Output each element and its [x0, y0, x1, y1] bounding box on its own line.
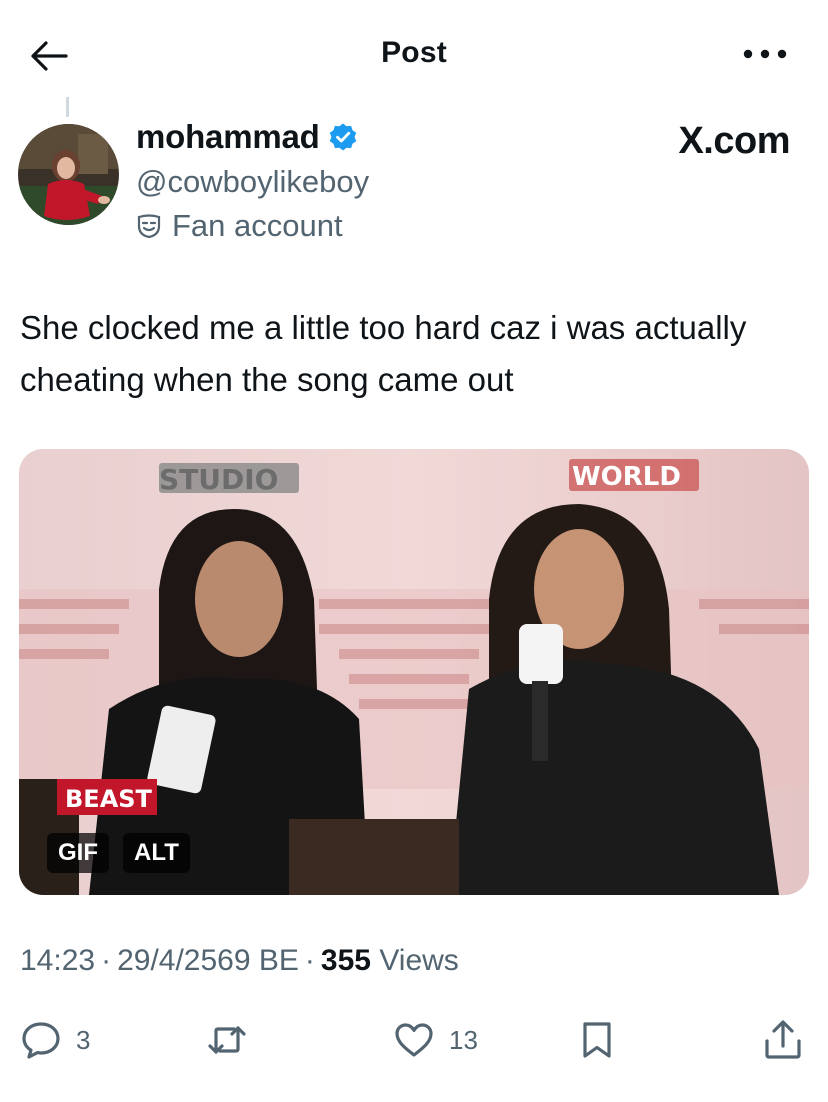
- reply-icon: [22, 1022, 60, 1059]
- overlay-world-text: WORLD: [572, 462, 681, 492]
- reply-button[interactable]: 3: [20, 1010, 90, 1070]
- gif-badge: GIF: [47, 833, 109, 873]
- overlay-studio-text: STUDIO: [159, 463, 278, 496]
- account-label-text: Fan account: [172, 208, 343, 243]
- repost-icon: [208, 1026, 246, 1054]
- like-count: 13: [449, 1024, 478, 1055]
- action-bar: 3 13: [0, 1010, 828, 1070]
- post-date[interactable]: 29/4/2569 BE: [117, 944, 299, 978]
- thread-line: [66, 97, 69, 117]
- verified-badge-icon: [329, 123, 356, 151]
- meta-separator: ·: [101, 944, 112, 977]
- post-time[interactable]: 14:23: [20, 944, 95, 978]
- views-link[interactable]: 355 Views: [321, 944, 459, 978]
- author-handle[interactable]: @cowboylikeboy: [136, 164, 369, 200]
- brand-watermark: X.com: [678, 120, 790, 162]
- share-icon: [765, 1020, 801, 1059]
- heart-icon: [395, 1023, 433, 1057]
- more-horizontal-icon: [743, 49, 787, 59]
- views-label: Views: [379, 944, 459, 977]
- avatar[interactable]: [18, 124, 119, 225]
- views-count: 355: [320, 944, 371, 977]
- author-name-row: mohammad: [136, 118, 358, 156]
- reply-count: 3: [76, 1024, 91, 1055]
- page-title: Post: [381, 36, 447, 69]
- top-bar: Post: [0, 0, 828, 110]
- display-name[interactable]: mohammad: [136, 118, 320, 156]
- post-text: She clocked me a little too hard caz i w…: [20, 309, 747, 398]
- more-button[interactable]: [740, 42, 790, 66]
- alt-text-button[interactable]: ALT: [123, 833, 190, 873]
- media-gif[interactable]: STUDIO WORLD BEAST GIF ALT: [19, 449, 809, 895]
- gif-frame-image: STUDIO WORLD BEAST: [19, 449, 809, 895]
- bookmark-icon: [583, 1022, 611, 1058]
- avatar-image: [18, 124, 119, 225]
- fan-account-mask-icon: [137, 214, 161, 239]
- overlay-beast-text: BEAST: [65, 785, 153, 813]
- meta-separator: ·: [304, 944, 315, 977]
- post-meta: 14:23 · 29/4/2569 BE · 355 Views: [20, 944, 459, 978]
- bookmark-button[interactable]: [576, 1010, 618, 1070]
- repost-button[interactable]: [206, 1010, 262, 1070]
- share-button[interactable]: [762, 1010, 804, 1070]
- account-label[interactable]: Fan account: [136, 208, 343, 244]
- like-button[interactable]: 13: [393, 1010, 478, 1070]
